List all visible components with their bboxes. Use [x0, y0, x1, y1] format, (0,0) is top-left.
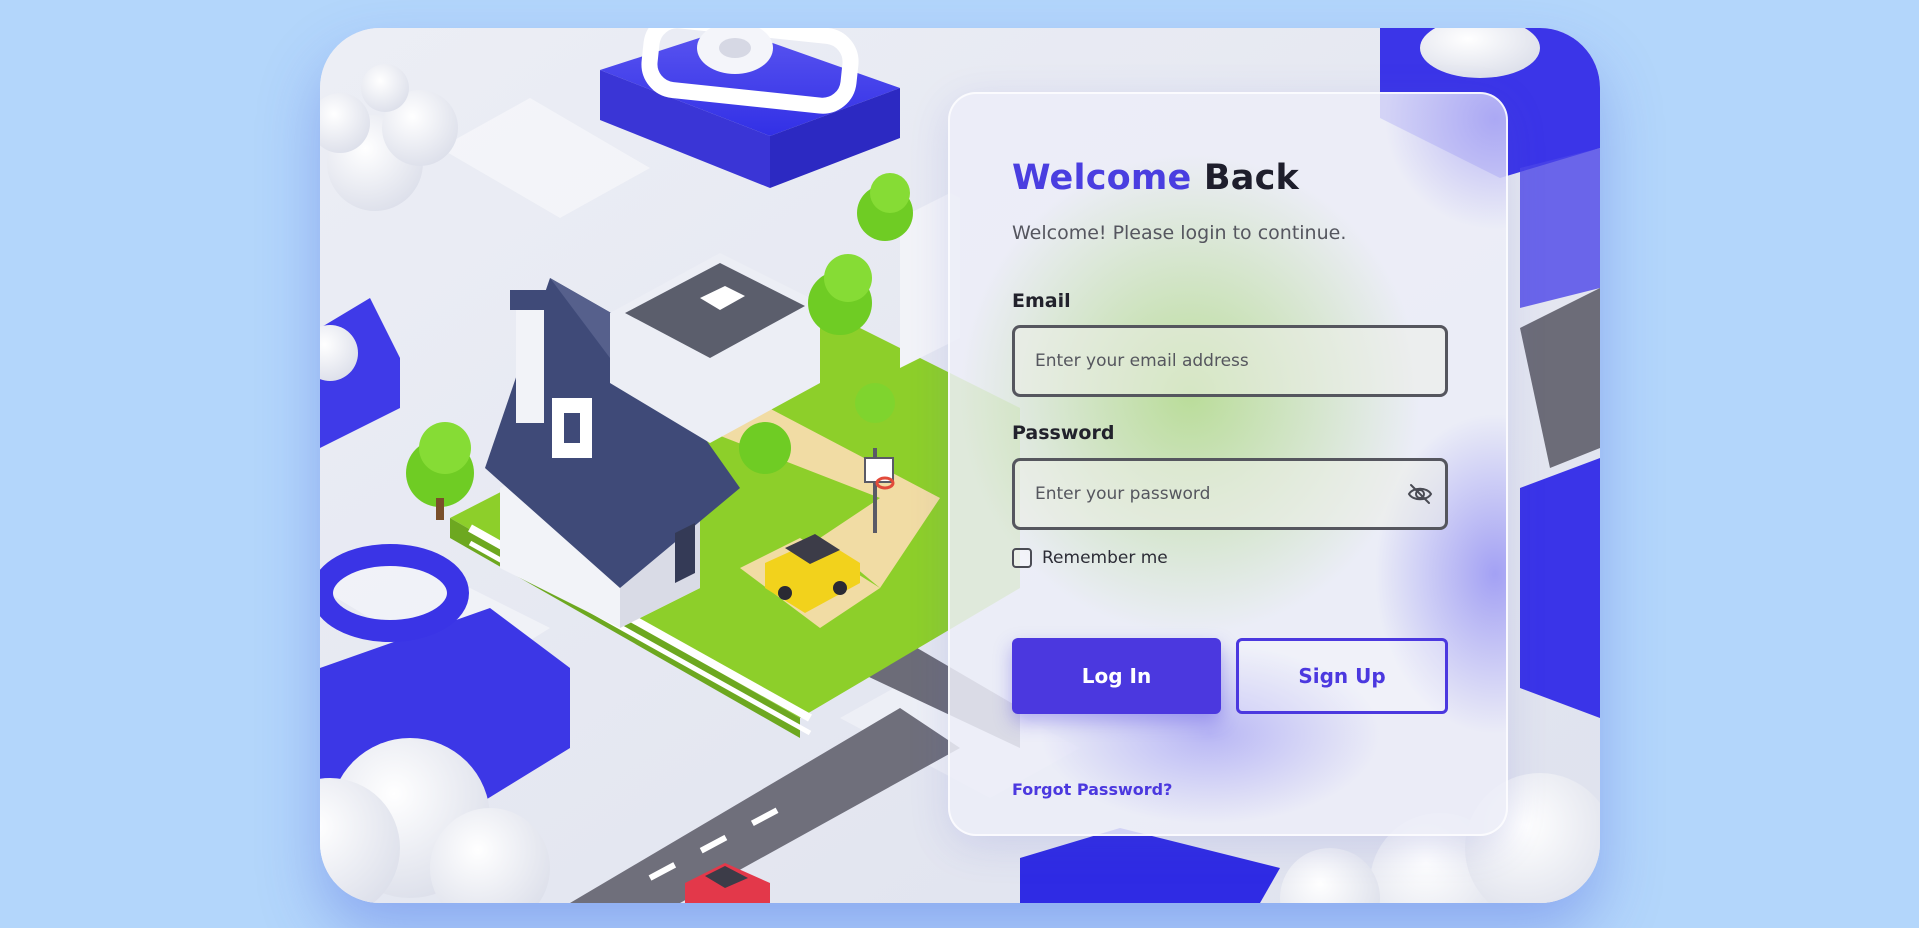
login-frame: Welcome Back Welcome! Please login to co… [320, 28, 1600, 903]
remember-me-checkbox[interactable] [1012, 548, 1032, 568]
login-button[interactable]: Log In [1012, 638, 1221, 714]
subtitle: Welcome! Please login to continue. [1012, 222, 1347, 244]
title-rest: Back [1203, 158, 1300, 198]
signup-button[interactable]: Sign Up [1236, 638, 1448, 714]
password-field[interactable] [1012, 458, 1448, 530]
password-label: Password [1012, 422, 1115, 444]
remember-me-row[interactable]: Remember me [1012, 546, 1168, 570]
login-card: Welcome Back Welcome! Please login to co… [948, 92, 1508, 836]
email-label: Email [1012, 290, 1071, 312]
email-field[interactable] [1012, 325, 1448, 397]
forgot-password-link[interactable]: Forgot Password? [1012, 780, 1172, 799]
page-title: Welcome Back [1012, 158, 1299, 198]
eye-off-icon[interactable] [1407, 483, 1433, 505]
remember-me-label: Remember me [1042, 548, 1168, 568]
title-accent: Welcome [1012, 158, 1192, 198]
